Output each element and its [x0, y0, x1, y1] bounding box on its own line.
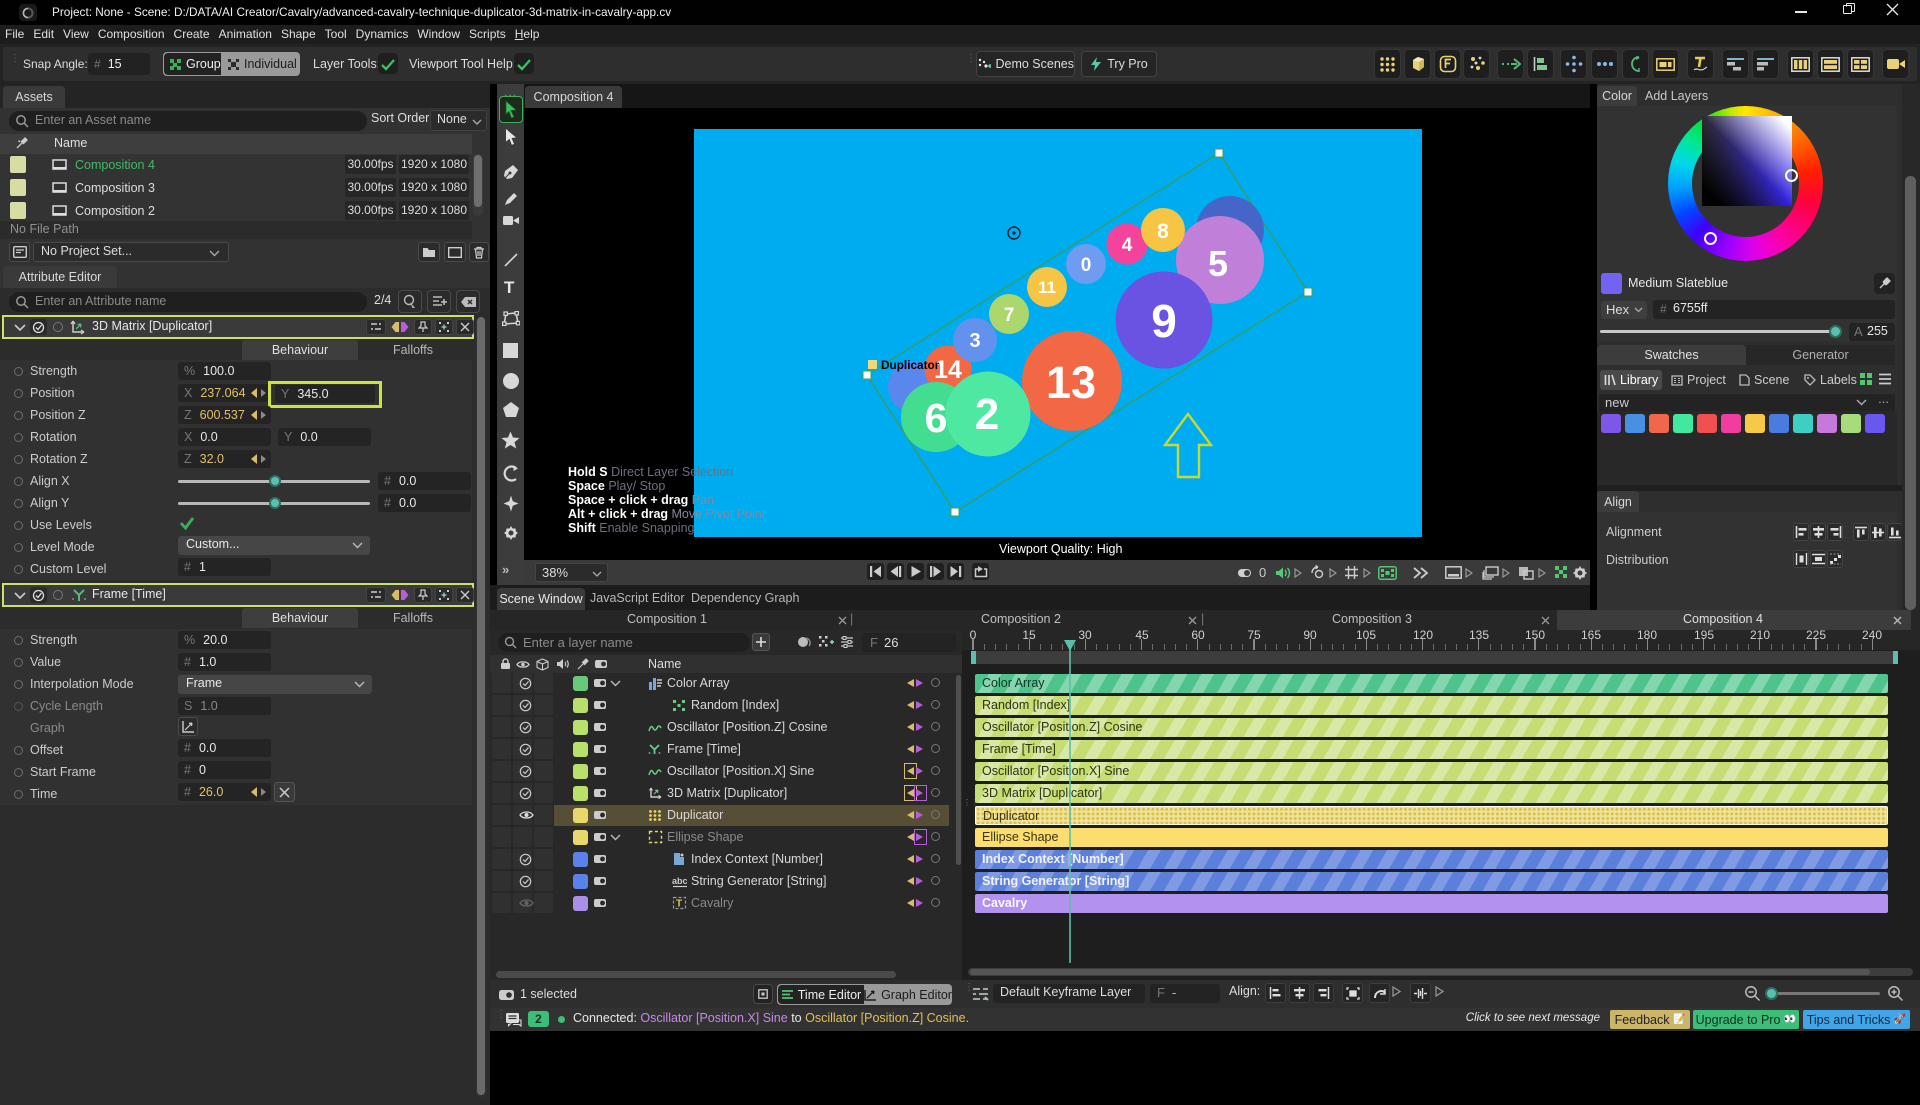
svg-text:2: 2 [975, 390, 999, 439]
svg-text:abc: abc [672, 876, 688, 886]
svg-text:9: 9 [1151, 295, 1177, 347]
svg-text:6: 6 [925, 395, 948, 441]
svg-text:11: 11 [1038, 278, 1056, 297]
svg-text:5: 5 [1208, 243, 1228, 284]
svg-text:Duplicator: Duplicator [881, 358, 940, 372]
svg-text:7: 7 [1004, 305, 1015, 326]
svg-text:0: 0 [1081, 255, 1092, 276]
svg-text:T: T [676, 899, 682, 910]
svg-text:13: 13 [1046, 357, 1096, 408]
svg-text:8: 8 [1157, 220, 1169, 243]
svg-text:4: 4 [1122, 235, 1133, 256]
svg-text:3: 3 [969, 330, 980, 352]
